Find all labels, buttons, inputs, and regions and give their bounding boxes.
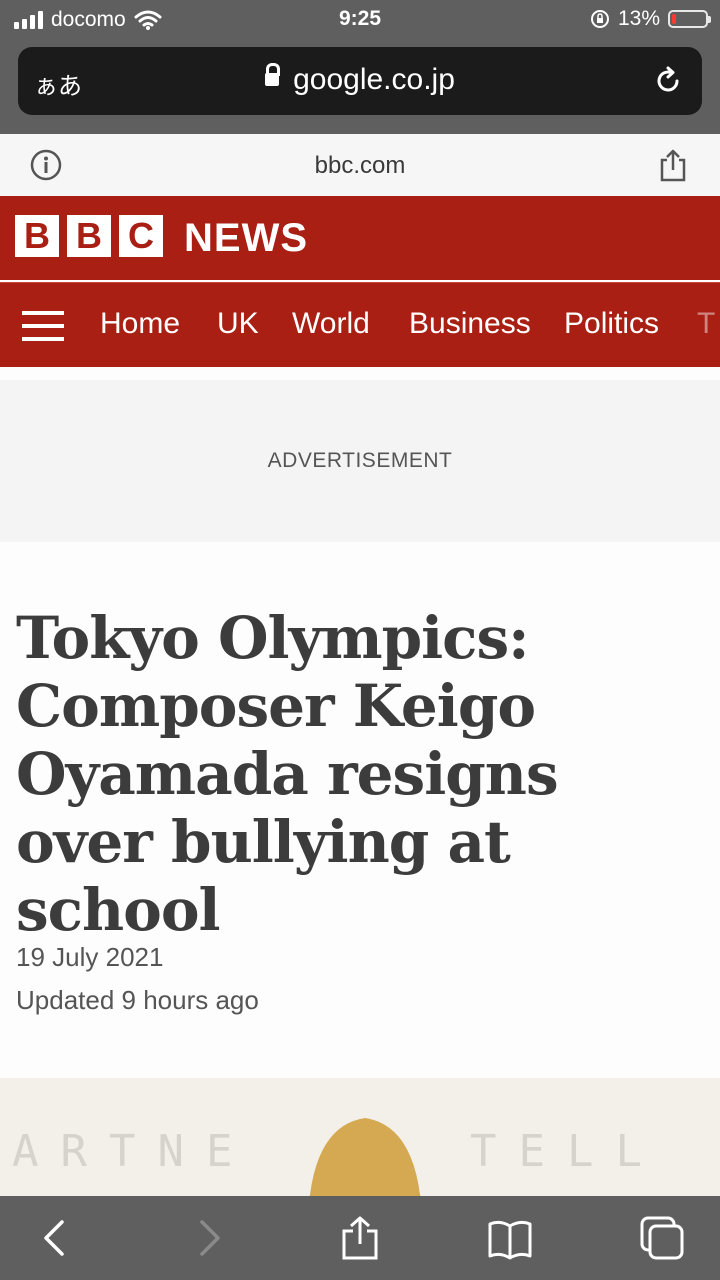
status-right: 13%: [590, 7, 711, 31]
tabs-icon[interactable]: [640, 1216, 684, 1260]
nav-item-truncated[interactable]: T: [697, 307, 715, 341]
nav-item-home[interactable]: Home: [100, 307, 180, 341]
main-nav: Home UK World Business Politics T: [0, 282, 720, 367]
bbc-logo-letter: B: [15, 215, 59, 257]
forward-icon[interactable]: [186, 1216, 230, 1260]
safari-toolbar: [0, 1196, 720, 1280]
battery-icon: [668, 10, 711, 28]
orientation-lock-icon: [590, 10, 609, 28]
back-icon[interactable]: [34, 1216, 78, 1260]
battery-percent: 13%: [617, 7, 660, 30]
menu-icon[interactable]: [22, 311, 64, 341]
nav-item-world[interactable]: World: [292, 307, 370, 341]
lock-icon: [265, 63, 281, 86]
nav-item-business[interactable]: Business: [409, 307, 531, 341]
site-domain[interactable]: bbc.com: [0, 152, 720, 180]
advertisement-slot[interactable]: ADVERTISEMENT: [0, 380, 720, 542]
bbc-logo-letter: B: [67, 215, 111, 257]
share-icon[interactable]: [338, 1216, 382, 1260]
bbc-logo[interactable]: B B C: [15, 215, 163, 257]
nav-item-uk[interactable]: UK: [217, 307, 259, 341]
advertisement-label: ADVERTISEMENT: [267, 449, 453, 472]
news-wordmark[interactable]: NEWS: [184, 216, 308, 261]
article-date: 19 July 2021: [16, 942, 164, 972]
bbc-masthead: B B C NEWS: [0, 196, 720, 280]
status-bar: docomo 9:25 13%: [0, 0, 720, 40]
hero-backdrop-text-right: TELL: [470, 1126, 664, 1177]
article-headline: Tokyo Olympics: Composer Keigo Oyamada r…: [16, 604, 559, 944]
url-text: google.co.jp: [293, 63, 455, 96]
address-bar[interactable]: ぁあ google.co.jp: [18, 47, 702, 115]
battery-level: [672, 14, 677, 24]
share-icon[interactable]: [658, 148, 688, 182]
browser-chrome: docomo 9:25 13% ぁあ google.co.jp: [0, 0, 720, 134]
reload-icon[interactable]: [652, 65, 684, 97]
bookmarks-icon[interactable]: [488, 1216, 532, 1260]
article-updated: Updated 9 hours ago: [16, 985, 259, 1015]
nav-item-politics[interactable]: Politics: [564, 307, 659, 341]
bbc-logo-letter: C: [119, 215, 163, 257]
hero-backdrop-text-left: ARTNE: [12, 1126, 255, 1177]
amp-site-bar: bbc.com: [0, 134, 720, 196]
url-display[interactable]: google.co.jp: [18, 63, 702, 97]
